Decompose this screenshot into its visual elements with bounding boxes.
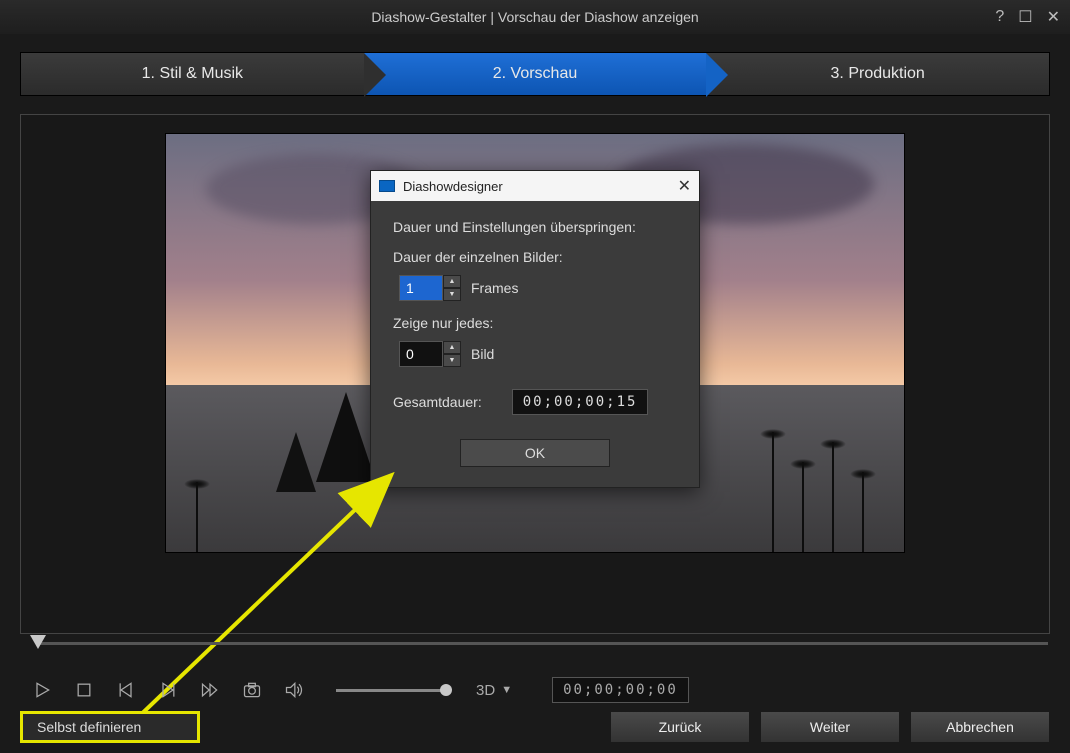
- dialog-close-icon[interactable]: ✕: [678, 176, 691, 196]
- back-button[interactable]: Zurück: [610, 711, 750, 743]
- step-style-music[interactable]: 1. Stil & Musik: [21, 53, 364, 95]
- stop-icon[interactable]: [74, 680, 94, 700]
- duration-input[interactable]: [399, 275, 443, 301]
- volume-knob-icon[interactable]: [440, 684, 452, 696]
- every-input[interactable]: [399, 341, 443, 367]
- dialog-title-bar: Diashowdesigner ✕: [371, 171, 699, 201]
- window-title: Diashow-Gestalter | Vorschau der Diashow…: [371, 9, 698, 25]
- every-label: Zeige nur jedes:: [393, 315, 677, 331]
- app-icon: [379, 180, 395, 192]
- next-button[interactable]: Weiter: [760, 711, 900, 743]
- maximize-icon[interactable]: ☐: [1018, 7, 1032, 27]
- snapshot-icon[interactable]: [242, 680, 262, 700]
- next-label: Weiter: [810, 719, 850, 735]
- duration-label: Dauer der einzelnen Bilder:: [393, 249, 677, 265]
- every-unit: Bild: [471, 346, 494, 362]
- every-spin-up-icon[interactable]: ▲: [443, 341, 461, 354]
- 3d-label: 3D: [476, 682, 495, 699]
- playback-time: 00;00;00;00: [552, 677, 689, 703]
- prev-frame-icon[interactable]: [116, 680, 136, 700]
- dialog-heading: Dauer und Einstellungen überspringen:: [393, 219, 677, 235]
- total-duration-value: 00;00;00;15: [512, 389, 649, 415]
- help-icon[interactable]: ?: [995, 8, 1004, 26]
- slideshow-designer-dialog: Diashowdesigner ✕ Dauer und Einstellunge…: [370, 170, 700, 488]
- back-label: Zurück: [659, 719, 702, 735]
- step-label: 3. Produktion: [831, 65, 925, 83]
- cancel-button[interactable]: Abbrechen: [910, 711, 1050, 743]
- fast-forward-icon[interactable]: [200, 680, 220, 700]
- ok-button[interactable]: OK: [460, 439, 610, 467]
- timeline-handle-icon[interactable]: [30, 635, 46, 649]
- playback-controls: 3D ▼ 00;00;00;00: [32, 677, 689, 703]
- title-bar: Diashow-Gestalter | Vorschau der Diashow…: [0, 0, 1070, 34]
- wizard-steps: 1. Stil & Musik 2. Vorschau 3. Produktio…: [20, 52, 1050, 96]
- bottom-bar: Selbst definieren Zurück Weiter Abbreche…: [20, 711, 1050, 743]
- next-frame-icon[interactable]: [158, 680, 178, 700]
- close-icon[interactable]: ✕: [1047, 7, 1060, 27]
- step-production[interactable]: 3. Produktion: [706, 53, 1049, 95]
- self-define-button[interactable]: Selbst definieren: [20, 711, 200, 743]
- timeline-slider[interactable]: [22, 633, 1048, 653]
- self-define-label: Selbst definieren: [37, 719, 141, 735]
- duration-unit: Frames: [471, 280, 518, 296]
- step-label: 2. Vorschau: [493, 65, 578, 83]
- dialog-title: Diashowdesigner: [403, 179, 503, 194]
- cancel-label: Abbrechen: [946, 719, 1014, 735]
- total-duration-label: Gesamtdauer:: [393, 394, 482, 410]
- 3d-dropdown-icon[interactable]: ▼: [501, 684, 512, 696]
- step-preview[interactable]: 2. Vorschau: [364, 53, 707, 95]
- play-icon[interactable]: [32, 680, 52, 700]
- duration-spin-up-icon[interactable]: ▲: [443, 275, 461, 288]
- volume-icon[interactable]: [284, 680, 304, 700]
- duration-spin-down-icon[interactable]: ▼: [443, 288, 461, 301]
- step-label: 1. Stil & Musik: [142, 65, 243, 83]
- volume-slider[interactable]: [336, 689, 446, 692]
- every-spin-down-icon[interactable]: ▼: [443, 354, 461, 367]
